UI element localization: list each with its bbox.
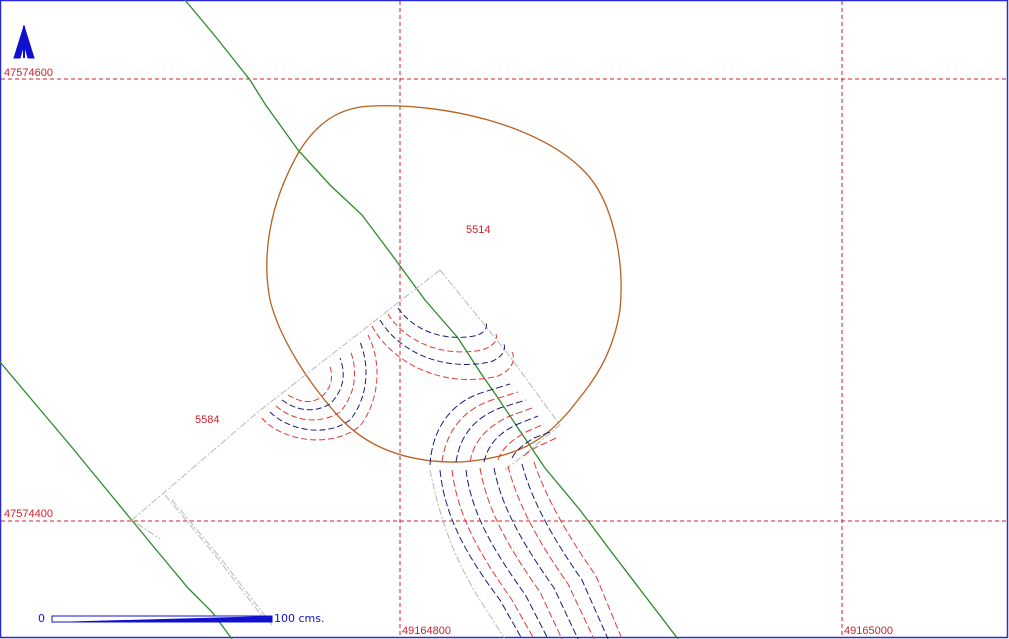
map-canvas[interactable]: 47574600 47574400 49164800 49165000 5514…: [0, 0, 1009, 639]
parcel-label-5584[interactable]: 5584: [195, 414, 219, 426]
grid-label-easting-left: 49164800: [402, 625, 451, 637]
map-border: [0, 0, 1009, 639]
map-frame: 47574600 47574400 49164800 49165000 5514…: [0, 0, 1009, 639]
grid-label-northing-top: 47574600: [4, 67, 53, 79]
scale-label-start: 0: [38, 612, 45, 625]
grid-label-easting-right: 49165000: [844, 625, 893, 637]
scale-label-end: 100 cms.: [274, 612, 324, 625]
parcel-label-5514[interactable]: 5514: [466, 224, 490, 236]
grid-label-northing-bottom: 47574400: [4, 508, 53, 520]
